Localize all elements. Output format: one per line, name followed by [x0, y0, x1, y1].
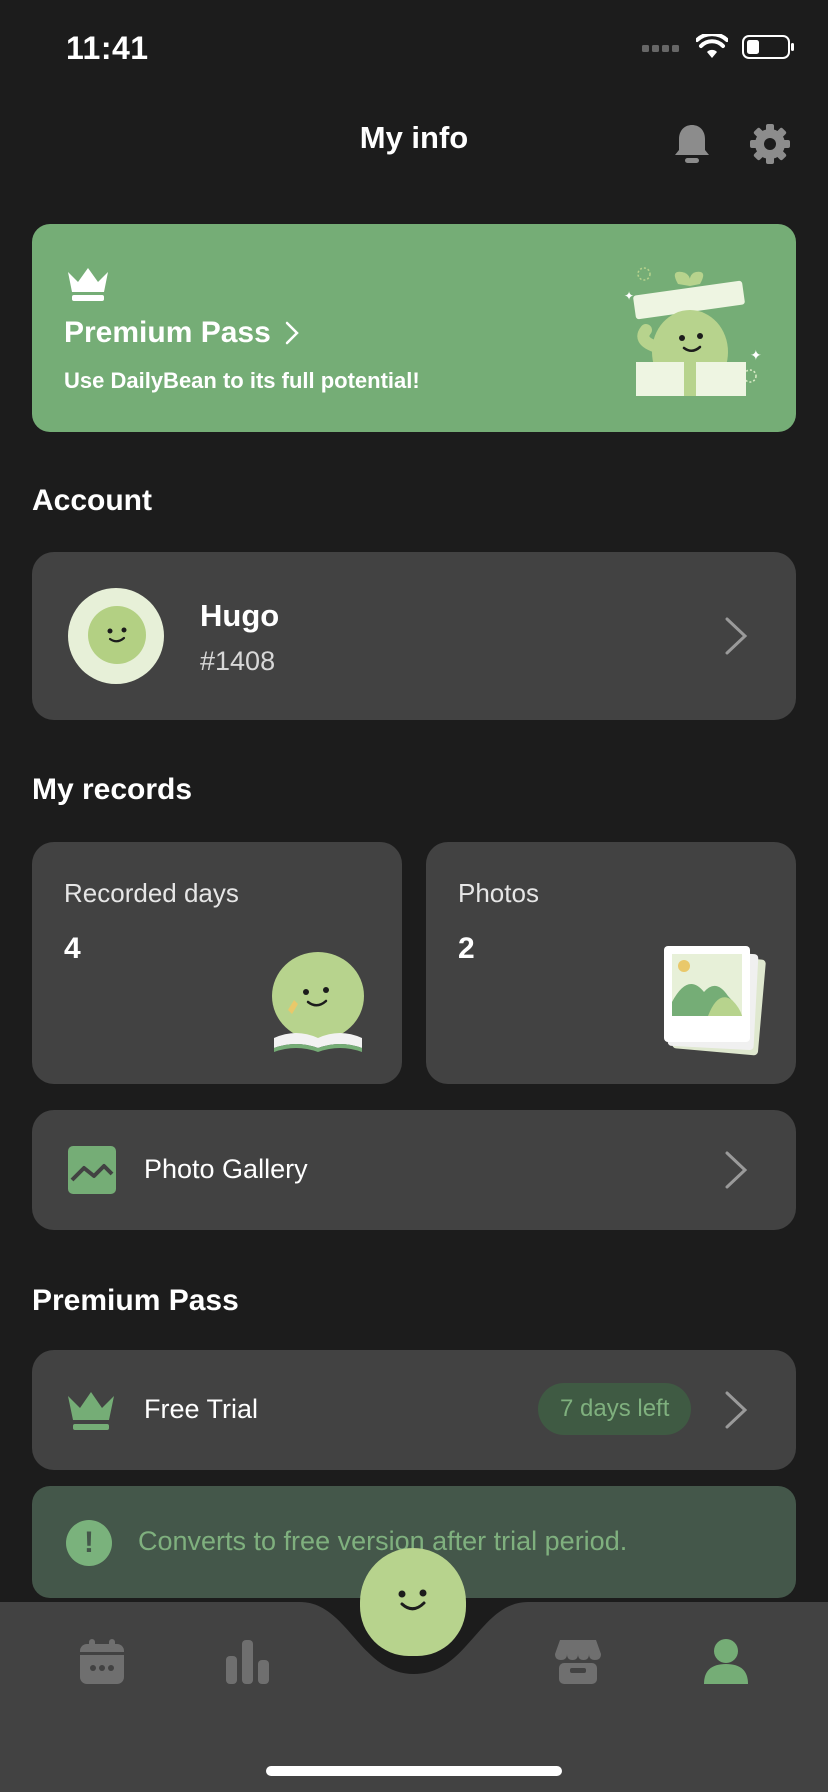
bean-avatar-icon: [88, 606, 146, 664]
banner-title-text: Premium Pass: [64, 316, 271, 349]
crown-icon: [68, 1392, 114, 1430]
add-entry-bean-button[interactable]: [360, 1548, 466, 1656]
banner-subtitle: Use DailyBean to its full potential!: [64, 368, 420, 393]
bell-icon: [675, 125, 709, 163]
account-id: #1408: [200, 646, 276, 676]
photo-gallery-label: Photo Gallery: [144, 1154, 308, 1184]
gear-icon: [750, 124, 790, 164]
photo-gallery-row[interactable]: Photo Gallery: [32, 1110, 796, 1230]
calendar-icon: [80, 1639, 124, 1684]
settings-button[interactable]: [748, 122, 792, 171]
signal-icon: [642, 45, 679, 52]
reading-bean-illustration: [272, 952, 364, 1052]
bean-face-icon: [398, 1589, 427, 1611]
image-icon: [68, 1146, 116, 1194]
gift-bean-illustration: ✦ ✦: [624, 267, 762, 396]
recorded-days-card[interactable]: Recorded days 4: [32, 842, 402, 1084]
photos-stack-illustration: [664, 946, 766, 1056]
chevron-right-icon: [725, 1151, 748, 1189]
premium-pass-banner[interactable]: Premium Pass Use DailyBean to its full p…: [32, 224, 796, 432]
status-bar: 11:41: [0, 0, 828, 100]
battery-icon: [742, 35, 794, 59]
avatar: [68, 588, 164, 684]
account-heading: Account: [32, 484, 152, 517]
tab-calendar[interactable]: [78, 1638, 126, 1691]
trial-days-badge: 7 days left: [538, 1383, 692, 1435]
notifications-button[interactable]: [670, 122, 714, 171]
stats-icon: [226, 1640, 269, 1684]
svg-text:✦: ✦: [624, 289, 634, 303]
photos-label: Photos: [458, 878, 539, 908]
banner-title: Premium Pass: [64, 316, 299, 350]
store-icon: [555, 1640, 601, 1684]
chevron-right-icon: [725, 617, 748, 655]
photos-card[interactable]: Photos 2: [426, 842, 796, 1084]
status-time: 11:41: [66, 30, 149, 66]
free-trial-label: Free Trial: [144, 1394, 259, 1424]
crown-icon: [68, 268, 108, 301]
chevron-right-icon: [725, 1391, 748, 1429]
account-name: Hugo: [200, 598, 280, 633]
wifi-icon: [696, 34, 728, 58]
chevron-right-icon: [285, 321, 299, 345]
my-records-heading: My records: [32, 773, 193, 806]
home-indicator: [266, 1766, 562, 1776]
free-trial-row[interactable]: Free Trial 7 days left: [32, 1350, 796, 1470]
tab-stats[interactable]: [224, 1638, 272, 1691]
exclamation-icon: !: [66, 1520, 112, 1566]
profile-icon: [704, 1639, 748, 1684]
photos-value: 2: [458, 932, 475, 965]
status-icons: [642, 34, 794, 60]
tab-store[interactable]: [554, 1638, 602, 1691]
premium-pass-heading: Premium Pass: [32, 1284, 239, 1317]
account-card[interactable]: Hugo #1408: [32, 552, 796, 720]
recorded-days-value: 4: [64, 932, 81, 965]
tab-profile[interactable]: [702, 1638, 750, 1691]
recorded-days-label: Recorded days: [64, 878, 239, 908]
svg-text:✦: ✦: [750, 348, 762, 364]
